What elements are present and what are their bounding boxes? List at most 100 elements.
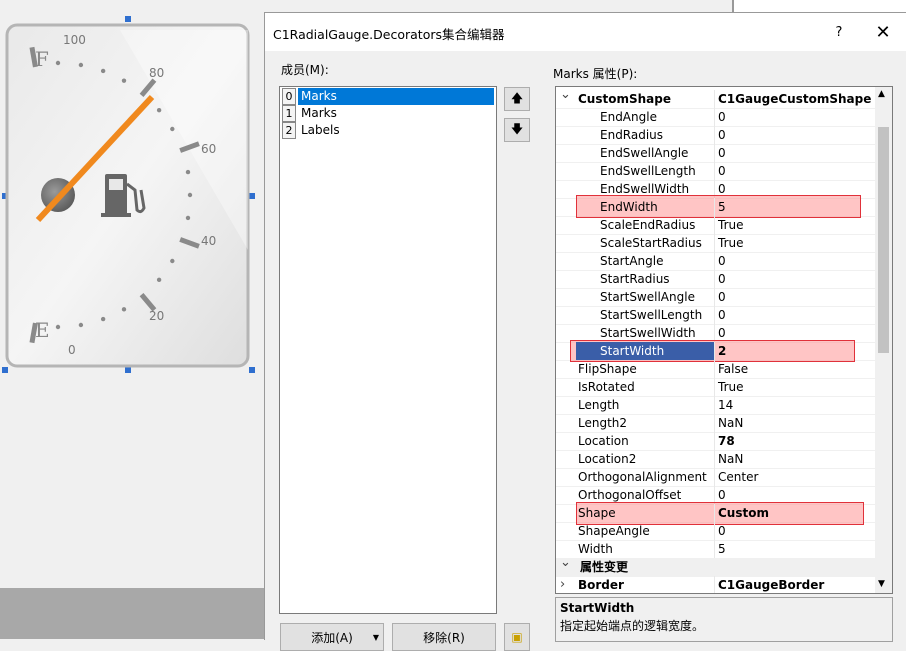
description-panel: StartWidth 指定起始端点的逻辑宽度。 xyxy=(555,597,893,642)
property-row[interactable]: Location 78 xyxy=(556,432,875,451)
property-row[interactable]: ⌄ CustomShape C1GaugeCustomShape xyxy=(556,87,875,109)
gauge-tick-label: 100 xyxy=(63,33,86,47)
property-row[interactable]: StartWidth 2 xyxy=(556,340,875,362)
property-grid[interactable]: ⌄ CustomShape C1GaugeCustomShape EndAngle 0 E… xyxy=(555,86,893,594)
dropdown-arrow-icon[interactable]: ▼ xyxy=(373,633,379,642)
gauge-minor-tick xyxy=(156,277,162,283)
radial-gauge[interactable]: 100 80 60 40 20 0 F E xyxy=(0,0,264,380)
property-value[interactable]: 0 xyxy=(716,522,726,540)
properties-tool-button[interactable]: ▣ xyxy=(504,623,530,651)
dialog-titlebar: C1RadialGauge.Decorators集合编辑器 ? ✕ xyxy=(265,13,906,51)
property-row[interactable]: ScaleStartRadius True xyxy=(556,234,875,253)
property-row[interactable]: StartSwellAngle 0 xyxy=(556,288,875,307)
remove-button[interactable]: 移除(R) xyxy=(392,623,496,651)
property-name: EndSwellAngle xyxy=(600,146,689,160)
gauge-minor-tick xyxy=(78,322,84,328)
properties-icon: ▣ xyxy=(511,630,523,644)
property-category[interactable]: ⌄ 属性变更 xyxy=(556,555,875,577)
column-divider xyxy=(714,576,715,593)
scroll-down-icon[interactable]: ▼ xyxy=(878,579,885,589)
property-row[interactable]: OrthogonalAlignment Center xyxy=(556,468,875,487)
property-name: EndRadius xyxy=(600,128,664,142)
add-button[interactable]: 添加(A) ▼ xyxy=(280,623,384,651)
members-list[interactable]: 0 Marks 1 Marks 2 Labels xyxy=(279,86,497,614)
member-item[interactable]: 1 Marks xyxy=(282,105,494,122)
property-row[interactable]: EndSwellAngle 0 xyxy=(556,144,875,163)
property-row[interactable]: EndAngle 0 xyxy=(556,108,875,127)
column-divider xyxy=(714,198,715,216)
property-value[interactable]: 0 xyxy=(716,306,726,324)
members-label: 成员(M): xyxy=(281,63,329,77)
property-value[interactable]: False xyxy=(716,360,748,378)
property-name: ScaleStartRadius xyxy=(600,236,702,250)
property-value[interactable]: Center xyxy=(716,468,758,486)
property-value[interactable]: NaN xyxy=(716,414,743,432)
gauge-minor-tick xyxy=(121,78,127,83)
column-divider xyxy=(714,432,715,450)
property-row[interactable]: Shape Custom xyxy=(556,502,875,525)
property-name: Width xyxy=(578,542,613,556)
help-button[interactable]: ? xyxy=(821,19,857,45)
column-divider xyxy=(714,360,715,378)
gauge-tick-label: 40 xyxy=(201,234,216,248)
property-row[interactable]: Width 5 xyxy=(556,540,875,559)
property-value[interactable]: 0 xyxy=(716,288,726,306)
property-value[interactable]: Custom xyxy=(716,504,769,522)
property-row[interactable]: EndSwellLength 0 xyxy=(556,162,875,181)
property-value[interactable]: 0 xyxy=(716,162,726,180)
property-value[interactable]: 78 xyxy=(716,432,735,450)
property-value[interactable]: 0 xyxy=(716,126,726,144)
close-button[interactable]: ✕ xyxy=(865,19,901,45)
column-divider xyxy=(714,162,715,180)
property-row[interactable]: ShapeAngle 0 xyxy=(556,522,875,541)
column-divider xyxy=(714,306,715,324)
move-up-button[interactable]: 🡅 xyxy=(504,87,530,111)
property-value[interactable]: 2 xyxy=(716,342,726,360)
property-value[interactable]: 0 xyxy=(716,252,726,270)
property-row[interactable]: FlipShape False xyxy=(556,360,875,379)
move-down-button[interactable]: 🡇 xyxy=(504,118,530,142)
property-row[interactable]: ScaleEndRadius True xyxy=(556,216,875,235)
property-value[interactable]: 0 xyxy=(716,108,726,126)
property-row[interactable]: StartRadius 0 xyxy=(556,270,875,289)
member-item[interactable]: 2 Labels xyxy=(282,122,494,139)
gauge-tick-label: 20 xyxy=(149,309,164,323)
property-row[interactable]: StartAngle 0 xyxy=(556,252,875,271)
collapse-icon[interactable]: ⌄ xyxy=(560,554,571,572)
column-divider xyxy=(714,270,715,288)
property-row[interactable]: IsRotated True xyxy=(556,378,875,397)
add-button-label: 添加(A) xyxy=(311,630,353,645)
member-item[interactable]: 0 Marks xyxy=(282,88,494,105)
property-value[interactable]: NaN xyxy=(716,450,743,468)
scrollbar-thumb[interactable] xyxy=(878,127,889,353)
property-value[interactable]: C1GaugeBorder xyxy=(716,576,824,593)
property-row[interactable]: StartSwellLength 0 xyxy=(556,306,875,325)
property-value[interactable]: C1GaugeCustomShape xyxy=(716,90,871,108)
property-row[interactable]: › Border C1GaugeBorder xyxy=(556,576,875,593)
gauge-minor-tick xyxy=(100,316,106,322)
property-row[interactable]: Length2 NaN xyxy=(556,414,875,433)
expand-icon[interactable]: › xyxy=(560,576,565,593)
designer-surface: 100 80 60 40 20 0 F E xyxy=(0,0,264,639)
column-divider xyxy=(714,126,715,144)
property-value[interactable]: True xyxy=(716,216,744,234)
property-row[interactable]: Length 14 xyxy=(556,396,875,415)
property-name: EndSwellLength xyxy=(600,164,696,178)
property-value[interactable]: 0 xyxy=(716,270,726,288)
gauge-minor-tick xyxy=(187,192,193,198)
gauge-tick-label: 0 xyxy=(68,343,76,357)
property-value[interactable]: 14 xyxy=(716,396,733,414)
property-grid-scrollbar[interactable]: ▲ ▼ xyxy=(875,87,892,593)
property-row[interactable]: Location2 NaN xyxy=(556,450,875,469)
property-name: Location2 xyxy=(578,452,637,466)
property-value[interactable]: 0 xyxy=(716,144,726,162)
property-row[interactable]: EndRadius 0 xyxy=(556,126,875,145)
property-value[interactable]: True xyxy=(716,234,744,252)
property-value[interactable]: 5 xyxy=(716,540,726,558)
collapse-icon[interactable]: ⌄ xyxy=(560,87,571,104)
property-value[interactable]: 5 xyxy=(716,198,726,216)
property-value[interactable]: True xyxy=(716,378,744,396)
property-row[interactable]: EndWidth 5 xyxy=(556,195,875,218)
scroll-up-icon[interactable]: ▲ xyxy=(878,89,885,99)
gauge-minor-tick xyxy=(121,307,127,312)
